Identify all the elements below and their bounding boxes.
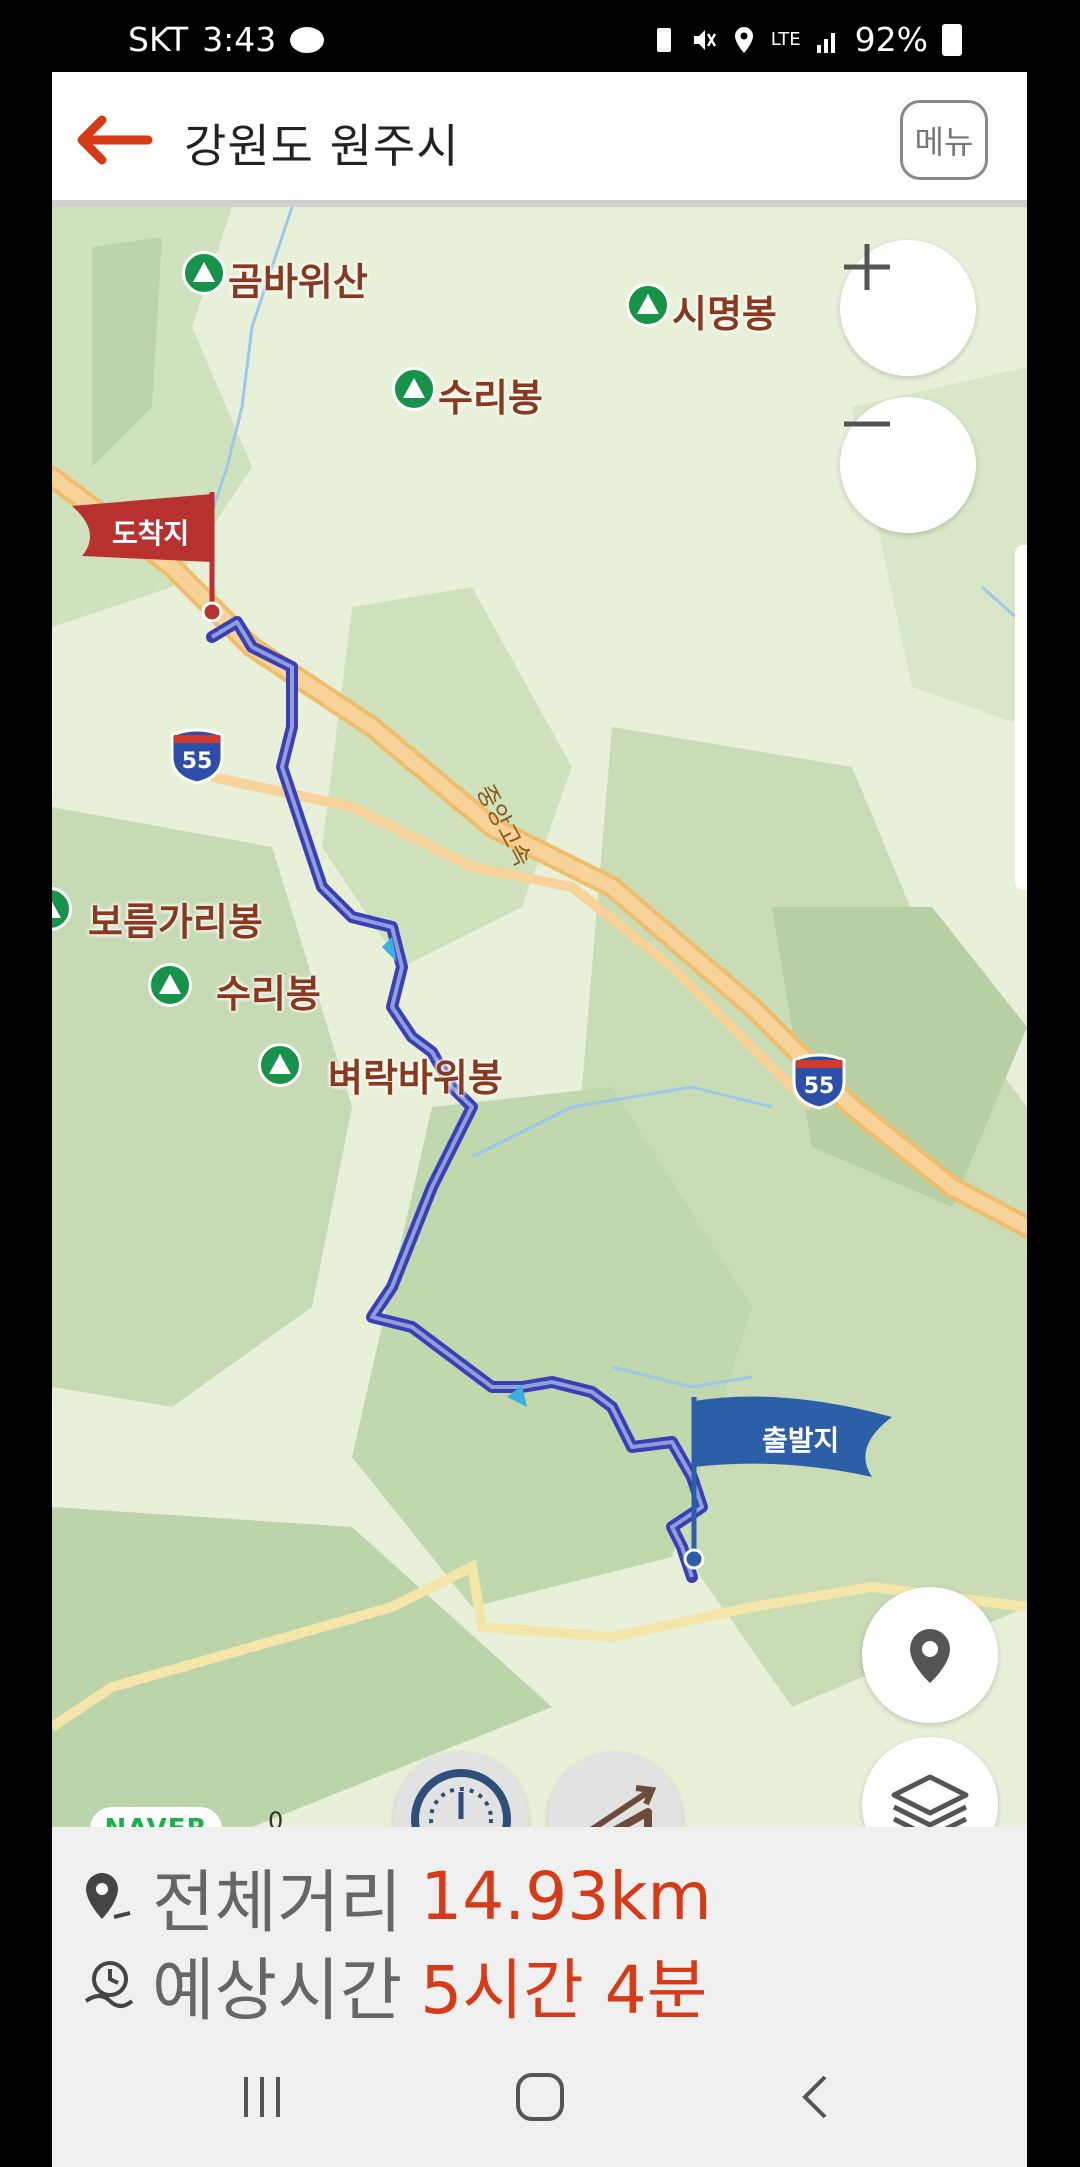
peak-label: 수리봉 — [438, 376, 543, 420]
peak-icon — [182, 251, 226, 295]
distance-row: 전체거리 14.93km — [80, 1847, 712, 1946]
destination-label: 도착지 — [112, 517, 190, 550]
clock: 3:43 — [202, 20, 277, 59]
peak-icon — [148, 963, 192, 1007]
speedometer-button[interactable] — [394, 1752, 528, 1827]
layers-button[interactable] — [862, 1737, 998, 1827]
peak-icon — [392, 367, 436, 411]
battery-percent: 92% — [854, 20, 928, 59]
peak-label: 벼락바위봉 — [328, 1056, 503, 1100]
plus-icon — [844, 244, 890, 290]
peak-label: 곰바위산 — [228, 260, 368, 304]
menu-button[interactable]: 메뉴 — [900, 100, 988, 180]
time-row: 예상시간 5시간 4분 — [80, 1935, 707, 2034]
status-bar: SKT 3:43 LTE 92% — [0, 0, 1080, 72]
app-window: 강원도 원주시 메뉴 중앙고속 55 55 곰바위산 시명봉 수리봉 보름가리봉… — [52, 72, 1027, 2167]
naver-logo: NAVER — [90, 1807, 222, 1827]
start-flag[interactable]: 출발지 — [682, 1377, 902, 1577]
location-pin-icon — [910, 1629, 950, 1683]
map-view[interactable]: 중앙고속 55 55 곰바위산 시명봉 수리봉 보름가리봉 수리봉 벼락바위봉 — [52, 207, 1027, 1827]
elevation-profile-button[interactable] — [548, 1752, 682, 1827]
highway-badge-55: 55 — [168, 727, 226, 785]
route-info-panel: 전체거리 14.93km 예상시간 5시간 4분 — [52, 1827, 1027, 2031]
start-label: 출발지 — [762, 1424, 840, 1457]
home-icon[interactable] — [510, 2067, 570, 2127]
clock-icon — [84, 1960, 134, 2008]
network-type: LTE — [770, 28, 801, 50]
time-label: 예상시간 — [152, 1952, 403, 2031]
layers-icon — [891, 1774, 969, 1827]
slope-icon — [590, 1785, 657, 1827]
side-scroll-handle[interactable] — [1015, 545, 1027, 890]
battery-saver-icon — [656, 27, 671, 52]
peak-label: 시명봉 — [672, 292, 777, 336]
distance-label: 전체거리 — [152, 1864, 403, 1943]
destination-flag[interactable]: 도착지 — [62, 492, 232, 622]
time-value: 5시간 4분 — [420, 1951, 708, 2029]
back-arrow-icon[interactable] — [74, 110, 154, 170]
system-navbar — [52, 2027, 1027, 2167]
talk-bubble-icon — [290, 26, 325, 53]
peak-icon — [258, 1043, 302, 1087]
location-icon — [734, 26, 753, 53]
recent-apps-icon[interactable] — [232, 2067, 292, 2127]
distance-value: 14.93km — [420, 1858, 712, 1935]
back-icon[interactable] — [787, 2067, 847, 2127]
zoom-out-button[interactable] — [840, 397, 976, 533]
my-location-button[interactable] — [862, 1587, 998, 1723]
peak-icon — [626, 283, 670, 327]
signal-icon — [816, 32, 835, 53]
distance-pin-icon — [86, 1872, 131, 1919]
carrier: SKT — [128, 20, 189, 59]
peak-label: 보름가리봉 — [88, 900, 263, 944]
speedometer-icon — [411, 1769, 511, 1827]
peak-label: 수리봉 — [216, 972, 321, 1016]
mute-icon — [693, 29, 716, 50]
zoom-in-button[interactable] — [840, 240, 976, 376]
highway-badge-55: 55 — [790, 1052, 848, 1110]
battery-icon — [942, 23, 962, 56]
page-title: 강원도 원주시 — [184, 119, 460, 173]
scale-label: 0 — [268, 1807, 284, 1827]
minus-icon — [844, 421, 890, 427]
app-header: 강원도 원주시 메뉴 — [52, 72, 1027, 207]
